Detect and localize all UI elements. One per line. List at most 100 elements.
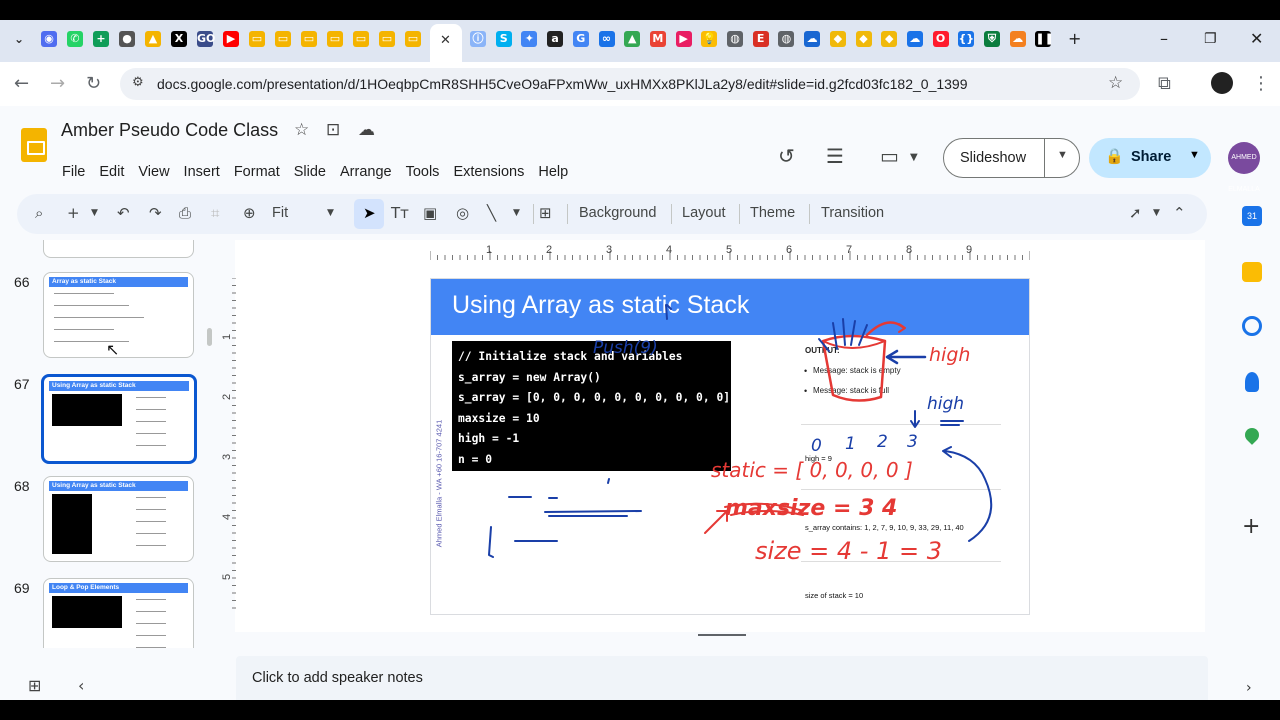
meet-chevron-icon[interactable]: ▼ [910, 152, 918, 163]
new-slide-chevron-icon[interactable]: ▼ [91, 208, 98, 218]
cloud-status-icon[interactable]: ☁ [358, 120, 375, 140]
close-tab-icon[interactable]: ✕ [440, 33, 451, 48]
menu-slide[interactable]: Slide [294, 164, 326, 180]
globe-icon[interactable]: ◍ [778, 31, 795, 47]
zoom-icon[interactable]: ⊕ [243, 204, 256, 222]
slides-icon[interactable]: ▭ [379, 31, 395, 47]
drive-icon[interactable]: ▲ [624, 31, 641, 47]
omnibox[interactable]: ⚙ docs.google.com/presentation/d/1HOeqbp… [120, 68, 1140, 100]
slides-icon[interactable]: ▭ [353, 31, 369, 47]
slides-logo-icon[interactable] [21, 128, 47, 162]
slides-icon[interactable]: ▭ [275, 31, 291, 47]
google-icon[interactable]: G [572, 31, 589, 47]
shield-icon[interactable]: ⛨ [984, 31, 1000, 47]
binance-icon[interactable]: ◆ [855, 31, 872, 47]
image-icon[interactable]: ▣ [423, 204, 437, 222]
calendar-icon[interactable]: 31 [1242, 206, 1262, 226]
collapse-filmstrip-icon[interactable]: ‹ [78, 676, 84, 695]
slides-icon[interactable]: ▭ [327, 31, 343, 47]
bookmark-star-icon[interactable]: ☆ [1108, 73, 1123, 93]
meet-camera-icon[interactable]: ▭ [880, 144, 899, 168]
slide-thumbnail[interactable]: Using Array as static Stack [43, 476, 194, 562]
youtube-icon[interactable]: ▶ [223, 31, 239, 47]
expand-panel-icon[interactable]: › [1246, 680, 1252, 696]
select-tool-button[interactable]: ➤ [354, 199, 384, 229]
menu-tools[interactable]: Tools [406, 164, 440, 180]
code-icon[interactable]: {} [958, 31, 975, 47]
menu-help[interactable]: Help [538, 164, 568, 180]
slides-icon[interactable]: ▭ [249, 31, 265, 47]
slideshow-button[interactable]: Slideshow ▼ [943, 138, 1080, 178]
contacts-icon[interactable] [1245, 372, 1259, 392]
slides-icon[interactable]: ▭ [301, 31, 317, 47]
new-tab-button[interactable]: + [1068, 29, 1081, 48]
gemini-icon[interactable]: ✦ [521, 31, 538, 47]
profile-avatar[interactable] [1211, 72, 1233, 94]
menu-arrange[interactable]: Arrange [340, 164, 392, 180]
keep-icon[interactable] [1242, 262, 1262, 282]
pen-tool-icon[interactable]: ➚ [1129, 204, 1142, 222]
background-button[interactable]: Background [579, 205, 656, 221]
layout-button[interactable]: Layout [682, 205, 726, 221]
account-avatar[interactable]: AHMED ELMALLA [1228, 142, 1260, 193]
tasks-icon[interactable] [1242, 316, 1262, 336]
horizontal-ruler[interactable]: 1 2 3 4 5 6 7 8 9 [430, 242, 1030, 260]
close-window-button[interactable]: ✕ [1250, 29, 1263, 48]
document-title[interactable]: Amber Pseudo Code Class [61, 120, 278, 141]
theme-button[interactable]: Theme [750, 205, 795, 221]
new-slide-icon[interactable]: + [67, 204, 80, 222]
search-menus-icon[interactable]: ⌕ [35, 204, 43, 222]
tab-search-icon[interactable]: ⌄ [11, 31, 27, 47]
print-icon[interactable]: ⎙ [179, 204, 191, 222]
chrome-menu-icon[interactable]: ⋮ [1252, 73, 1270, 94]
drive-icon[interactable]: ▲ [145, 31, 161, 47]
menu-format[interactable]: Format [234, 164, 280, 180]
slide-thumbnail-65[interactable] [43, 240, 194, 258]
add-addon-icon[interactable]: + [1242, 514, 1260, 539]
minimize-button[interactable]: – [1160, 29, 1168, 48]
whatsapp-icon[interactable]: ✆ [67, 31, 83, 47]
shape-icon[interactable]: ◎ [456, 204, 469, 222]
collapse-toolbar-icon[interactable]: ⌃ [1173, 204, 1186, 222]
zoom-chevron-icon[interactable]: ▼ [327, 208, 334, 218]
share-button[interactable]: 🔒 Share ▼ [1089, 138, 1211, 178]
link-icon[interactable]: ∞ [598, 31, 615, 47]
paint-format-icon[interactable]: ⌗ [211, 204, 219, 222]
current-slide[interactable]: Using Array as static Stack // Initializ… [430, 278, 1030, 615]
text-box-icon[interactable]: Tт [391, 204, 409, 222]
menu-edit[interactable]: Edit [99, 164, 124, 180]
menu-extensions[interactable]: Extensions [453, 164, 524, 180]
info-icon[interactable]: ⓘ [470, 31, 486, 47]
forward-button[interactable]: → [50, 73, 65, 94]
gojs-icon[interactable]: GO [197, 31, 215, 47]
active-tab[interactable]: ✕ [430, 24, 462, 62]
cloud-icon[interactable]: ☁ [906, 31, 923, 47]
amazon-icon[interactable]: a [547, 31, 564, 47]
share-options-icon[interactable]: ▼ [1189, 149, 1200, 161]
vertical-ruler[interactable]: 1 2 3 4 5 [222, 278, 236, 614]
e-icon[interactable]: E [752, 31, 769, 47]
grid-view-icon[interactable]: ⊞ [28, 676, 41, 695]
menu-view[interactable]: View [138, 164, 169, 180]
cloudflare-icon[interactable]: ☁ [1009, 31, 1026, 47]
notes-resize-handle[interactable] [698, 634, 746, 636]
chrome-icon[interactable]: ◉ [41, 31, 57, 47]
keep-icon[interactable]: 💡 [701, 31, 718, 47]
extensions-icon[interactable]: ⧉ [1158, 73, 1171, 94]
opera-icon[interactable]: O [932, 31, 949, 47]
globe-icon[interactable]: ◍ [727, 31, 743, 47]
url-text[interactable]: docs.google.com/presentation/d/1HOeqbpCm… [157, 76, 968, 92]
binance-icon[interactable]: ◆ [829, 31, 846, 47]
undo-icon[interactable]: ↶ [117, 204, 130, 222]
speaker-notes[interactable]: Click to add speaker notes [236, 656, 1208, 700]
sheets-icon[interactable]: + [93, 31, 109, 47]
pen-chevron-icon[interactable]: ▼ [1153, 208, 1160, 218]
filmstrip-scrollbar[interactable] [207, 328, 212, 346]
star-icon[interactable]: ☆ [294, 120, 309, 140]
site-info-icon[interactable]: ⚙ [132, 75, 144, 90]
comments-icon[interactable]: ☰ [826, 144, 844, 168]
restore-button[interactable]: ❐ [1204, 31, 1217, 47]
menu-file[interactable]: File [62, 164, 85, 180]
slide-thumbnail[interactable]: Loop & Pop Elements [43, 578, 194, 648]
menu-insert[interactable]: Insert [184, 164, 220, 180]
